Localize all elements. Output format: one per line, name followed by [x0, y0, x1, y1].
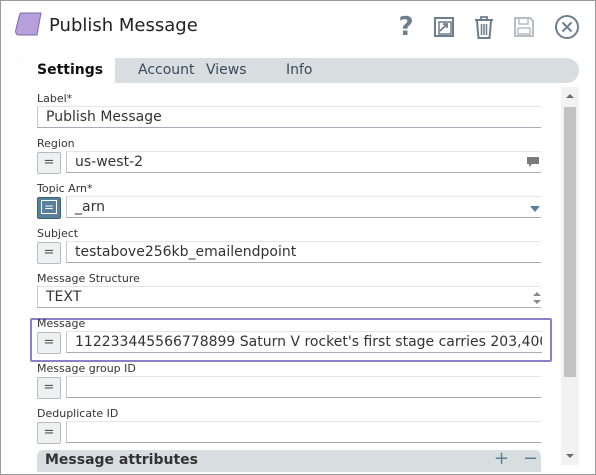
publish-message-dialog: Publish Message ? Settings Account Views…	[0, 0, 596, 475]
region-value: us-west-2	[75, 154, 144, 170]
tab-account[interactable]: Account	[138, 58, 195, 83]
title-bar: Publish Message ?	[1, 1, 595, 53]
message-structure-field-label: Message Structure	[37, 272, 140, 285]
message-input[interactable]: 112233445566778899 Saturn V rocket's fir…	[66, 331, 542, 353]
scrollbar[interactable]	[561, 87, 579, 465]
deduplicate-id-expression-toggle[interactable]: =	[37, 422, 61, 444]
region-expression-toggle[interactable]: =	[37, 152, 61, 174]
message-group-id-expression-toggle[interactable]: =	[37, 377, 61, 399]
label-input[interactable]: Publish Message	[37, 106, 541, 128]
tab-info[interactable]: Info	[286, 58, 313, 83]
tab-settings[interactable]: Settings	[15, 58, 115, 83]
message-group-id-input[interactable]	[66, 376, 541, 398]
message-structure-value: TEXT	[46, 289, 82, 305]
subject-expression-toggle[interactable]: =	[37, 242, 61, 264]
subject-input[interactable]: testabove256kb_emailendpoint	[66, 241, 541, 263]
snap-logo-icon	[15, 12, 42, 36]
topic-arn-value: _arn	[75, 199, 105, 215]
scroll-down-icon[interactable]	[565, 453, 575, 459]
message-attributes-label: Message attributes	[45, 452, 198, 468]
select-arrows-icon[interactable]	[532, 291, 542, 305]
save-icon[interactable]	[511, 13, 537, 41]
message-expression-toggle[interactable]: =	[37, 332, 61, 354]
tab-bar: Settings Account Views Info	[15, 58, 579, 83]
tab-views[interactable]: Views	[206, 58, 247, 83]
scrollbar-thumb[interactable]	[564, 107, 576, 377]
message-structure-select[interactable]: TEXT	[37, 286, 541, 308]
deduplicate-id-input[interactable]	[66, 421, 541, 443]
message-field-label: Message	[37, 317, 86, 330]
deduplicate-id-field-label: Deduplicate ID	[37, 407, 119, 420]
close-icon[interactable]	[554, 13, 580, 41]
remove-attribute-button[interactable]: −	[523, 448, 538, 469]
subject-field-label: Subject	[37, 227, 79, 240]
export-icon[interactable]	[431, 13, 457, 41]
topic-arn-expression-toggle[interactable]: =	[37, 197, 61, 219]
topic-arn-expression-symbol: =	[41, 200, 57, 214]
topic-arn-input[interactable]: _arn	[66, 196, 541, 218]
dialog-title: Publish Message	[49, 15, 198, 36]
scroll-up-icon[interactable]	[565, 93, 575, 99]
comment-icon[interactable]	[526, 156, 540, 168]
delete-icon[interactable]	[471, 13, 497, 41]
region-field-label: Region	[37, 137, 75, 150]
region-input[interactable]: us-west-2	[66, 151, 541, 173]
add-attribute-button[interactable]: +	[494, 448, 509, 469]
label-field-label: Label*	[37, 92, 73, 105]
chevron-down-icon[interactable]	[529, 205, 541, 213]
message-attributes-header: Message attributes + −	[37, 448, 541, 472]
message-group-id-field-label: Message group ID	[37, 362, 136, 375]
topic-arn-field-label: Topic Arn*	[37, 182, 93, 195]
help-icon[interactable]: ?	[393, 13, 419, 41]
